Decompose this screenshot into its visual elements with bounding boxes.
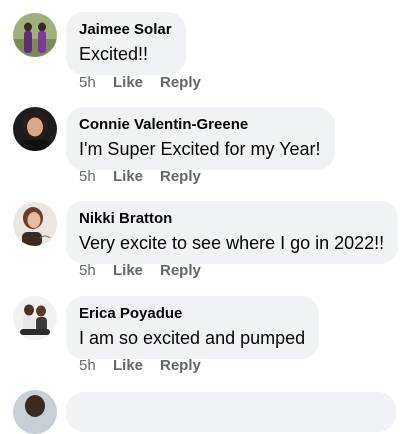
reply-button[interactable]: Reply — [160, 262, 201, 280]
comment-author[interactable]: Jaimee Solar — [79, 20, 172, 39]
avatar[interactable] — [13, 296, 57, 340]
comment-text: Excited!! — [79, 44, 149, 64]
comment-timestamp[interactable]: 5h — [79, 262, 113, 280]
comment-author[interactable]: Nikki Bratton — [79, 209, 384, 228]
reply-button[interactable]: Reply — [160, 74, 201, 92]
comment-bubble: Connie Valentin-Greene I'm Super Excited… — [66, 107, 335, 170]
like-button[interactable]: Like — [113, 168, 160, 186]
avatar[interactable] — [13, 107, 57, 151]
comment-bubble: Nikki Bratton Very excite to see where I… — [66, 201, 399, 264]
comment-actions: 5h Like Reply — [79, 74, 201, 92]
comment-bubble: Erica Poyadue I am so excited and pumped — [66, 296, 320, 359]
reply-button[interactable]: Reply — [160, 357, 201, 375]
comment-bubble: Jaimee Solar Excited!! — [66, 12, 186, 75]
like-button[interactable]: Like — [113, 74, 160, 92]
like-button[interactable]: Like — [113, 357, 160, 375]
comment-actions: 5h Like Reply — [79, 357, 201, 375]
comment-author[interactable]: Connie Valentin-Greene — [79, 115, 321, 134]
avatar[interactable] — [13, 13, 57, 57]
comment-actions: 5h Like Reply — [79, 168, 201, 186]
comment-actions: 5h Like Reply — [79, 262, 201, 280]
reply-button[interactable]: Reply — [160, 168, 201, 186]
comment-timestamp[interactable]: 5h — [79, 74, 113, 92]
comment-text: I am so excited and pumped — [79, 328, 306, 348]
avatar[interactable] — [13, 390, 57, 434]
comment-timestamp[interactable]: 5h — [79, 168, 113, 186]
avatar[interactable] — [13, 202, 57, 246]
comment-timestamp[interactable]: 5h — [79, 357, 113, 375]
comment-author[interactable]: Erica Poyadue — [79, 304, 305, 323]
comment-text: I'm Super Excited for my Year! — [79, 139, 321, 159]
comment-bubble — [66, 392, 396, 432]
like-button[interactable]: Like — [113, 262, 160, 280]
comment-text: Very excite to see where I go in 2022!! — [79, 233, 385, 253]
